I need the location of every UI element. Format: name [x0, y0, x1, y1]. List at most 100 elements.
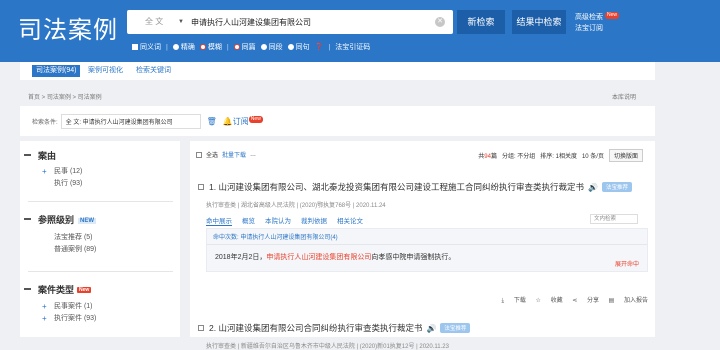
section-title[interactable]: 案件类型 New — [20, 283, 180, 296]
case-title-link[interactable]: 2. 山河建设集团有限公司合同纠纷执行审查类执行裁定书 — [209, 322, 422, 334]
total-number: 94 — [484, 154, 491, 160]
citation-code-link[interactable]: 法宝引证码 — [335, 42, 370, 52]
case-tab-legal-basis[interactable]: 裁判依据 — [301, 215, 327, 226]
option-synonym[interactable]: 同义词 — [132, 42, 161, 52]
filter-item[interactable]: 执行 (93) — [20, 178, 180, 190]
section-title[interactable]: 参照级别 NEW — [20, 213, 180, 226]
case-tab-overview[interactable]: 概览 — [242, 215, 255, 226]
scope-select[interactable]: 全 文 ▼ — [127, 10, 184, 34]
divider: | — [328, 43, 331, 51]
plus-icon[interactable]: + — [42, 166, 47, 178]
search-box[interactable]: 全 文 ▼ 申请执行人山河建设集团有限公司 ✕ — [127, 10, 453, 34]
expand-hits-link[interactable]: 展开命中 — [615, 259, 639, 268]
new-badge: New — [604, 12, 619, 19]
results-toolbar: 全选 批量下载 … — [196, 150, 256, 159]
case-checkbox[interactable] — [198, 325, 204, 331]
per-page-select[interactable]: 10 条/页 — [582, 151, 604, 160]
case-title-link[interactable]: 1. 山河建设集团有限公司、湖北秦龙投资集团有限公司建设工程施工合同纠纷执行审查… — [209, 181, 584, 193]
search-input[interactable]: 申请执行人山河建设集团有限公司 — [183, 17, 435, 28]
hit-text-after: 向孝感中院申请强制执行。 — [371, 254, 456, 261]
recommended-badge: 法宝推荐 — [601, 182, 632, 192]
filter-item-label: 普通案例 (89) — [54, 246, 97, 253]
condition-label: 检索条件: — [32, 119, 58, 126]
top-header: 司法案例 全 文 ▼ 申请执行人山河建设集团有限公司 ✕ 新检索 结果中检索 高级… — [0, 0, 720, 62]
share-action[interactable]: ⋖ 分享 — [572, 298, 599, 304]
search-options: 同义词 | 精确 模糊 | 同篇 同段 同句 ❓ | 法宝引证码 — [132, 42, 370, 52]
radio-icon — [287, 44, 294, 50]
case-actions: ⤓ 下载 ☆ 收藏 ⋖ 分享 ▤ 加入报告 — [198, 295, 649, 305]
filter-item[interactable]: 普通案例 (89) — [20, 244, 180, 256]
search-condition-bar: 检索条件: 全 文: 申请执行人山河建设集团有限公司 🗑 🔔订阅 New — [20, 106, 655, 136]
breadcrumb[interactable]: 首页 > 司法案例 > 司法案例 — [28, 92, 102, 101]
filter-item[interactable]: + 民事 (12) — [20, 166, 180, 178]
filter-item-label: 法宝推荐 (5) — [54, 234, 93, 241]
help-icon[interactable]: ❓ — [315, 43, 324, 51]
clear-icon[interactable]: ✕ — [435, 17, 445, 27]
bell-icon[interactable]: 🔔订阅 New — [223, 115, 263, 127]
filter-section-reference-level: 参照级别 NEW 法宝推荐 (5) 普通案例 (89) — [20, 213, 180, 256]
filter-item-label: 执行 (93) — [54, 180, 83, 187]
radio-selected-icon — [233, 44, 240, 50]
advanced-links: 高级检索 New 法宝订阅 — [575, 12, 619, 34]
case-tabs: 命中展示 概览 本院认为 裁判依据 相关论文 文内检索 — [198, 214, 648, 226]
radio-icon — [260, 44, 267, 50]
condition-value: 全 文: 申请执行人山河建设集团有限公司 — [60, 113, 201, 129]
section-title[interactable]: 案由 — [20, 149, 180, 162]
search-in-results-button[interactable]: 结果中检索 — [512, 10, 566, 34]
case-tab-hits[interactable]: 命中展示 — [206, 215, 232, 226]
download-action[interactable]: ⤓ 下载 — [502, 298, 526, 304]
group-select[interactable]: 分组: 不分组 — [502, 151, 535, 160]
caret-down-icon: ▼ — [178, 19, 184, 25]
hit-text-before: 2018年2月2日， — [215, 254, 267, 261]
trash-icon[interactable]: 🗑 — [207, 117, 217, 126]
option-same-sentence[interactable]: 同句 — [287, 42, 310, 52]
library-note-link[interactable]: 本库说明 — [612, 92, 636, 101]
filter-item[interactable]: + 民事案件 (1) — [20, 301, 180, 313]
filter-section-cause: 案由 + 民事 (12) 执行 (93) — [20, 149, 180, 190]
option-exact[interactable]: 精确 — [172, 42, 195, 52]
filter-sidebar: 案由 + 民事 (12) 执行 (93) 参照级别 NEW 法宝推荐 (5) 普通案… — [20, 141, 180, 337]
speaker-icon[interactable]: 🔊 — [426, 324, 436, 333]
result-tabs: 司法案例(94) 案例可视化 检索关键词 — [20, 62, 655, 80]
tab-keywords[interactable]: 检索关键词 — [136, 65, 171, 77]
action-label: 分享 — [586, 298, 599, 304]
batch-download-link[interactable]: 批量下载 — [222, 150, 246, 159]
plus-icon[interactable]: + — [42, 301, 47, 313]
case-meta: 执行审查类 | 新疆维吾尔自治区乌鲁木齐市中级人民法院 | (2020)新01执… — [206, 344, 449, 350]
site-logo[interactable]: 司法案例 — [18, 10, 118, 45]
in-document-search-input[interactable]: 文内检索 — [590, 214, 638, 224]
select-all-checkbox[interactable] — [196, 151, 202, 158]
filter-item[interactable]: + 执行案件 (93) — [20, 313, 180, 325]
filter-item-label: 执行案件 (93) — [54, 315, 97, 322]
case-item: 2. 山河建设集团有限公司合同纠纷执行审查类执行裁定书 🔊 法宝推荐 执行审查类… — [198, 322, 648, 350]
option-same-article[interactable]: 同篇 — [233, 42, 256, 52]
divider: | — [166, 43, 168, 51]
favorite-action[interactable]: ☆ 收藏 — [536, 298, 563, 304]
advanced-search-link[interactable]: 高级检索 — [575, 14, 603, 21]
new-badge: New — [77, 287, 92, 293]
sort-select[interactable]: 排序: 1相关度 — [540, 151, 577, 160]
divider: | — [226, 43, 229, 51]
option-label: 同句 — [295, 44, 310, 51]
option-fuzzy[interactable]: 模糊 — [199, 42, 222, 52]
option-label: 模糊 — [207, 44, 222, 51]
option-label: 同篇 — [241, 44, 256, 51]
tab-cases[interactable]: 司法案例(94) — [32, 65, 81, 77]
switch-view-button[interactable]: 切换版面 — [608, 149, 643, 162]
tab-visualization[interactable]: 案例可视化 — [88, 65, 123, 77]
option-same-paragraph[interactable]: 同段 — [260, 42, 283, 52]
plus-icon[interactable]: + — [42, 313, 47, 325]
add-report-action[interactable]: ▤ 加入报告 — [609, 298, 648, 304]
more-menu[interactable]: … — [250, 152, 256, 158]
new-search-button[interactable]: 新检索 — [457, 10, 505, 34]
filter-item[interactable]: 法宝推荐 (5) — [20, 232, 180, 244]
speaker-icon[interactable]: 🔊 — [588, 183, 598, 192]
select-all-label[interactable]: 全选 — [206, 150, 218, 159]
subscribe-label: 订阅 — [232, 116, 249, 126]
subscribe-link[interactable]: 法宝订阅 — [575, 23, 619, 34]
case-checkbox[interactable] — [198, 184, 204, 190]
case-item: 1. 山河建设集团有限公司、湖北秦龙投资集团有限公司建设工程施工合同纠纷执行审查… — [198, 181, 648, 304]
case-tab-court-opinion[interactable]: 本院认为 — [265, 215, 291, 226]
total-count: 共94篇 — [478, 151, 497, 160]
case-tab-papers[interactable]: 相关论文 — [337, 215, 363, 226]
